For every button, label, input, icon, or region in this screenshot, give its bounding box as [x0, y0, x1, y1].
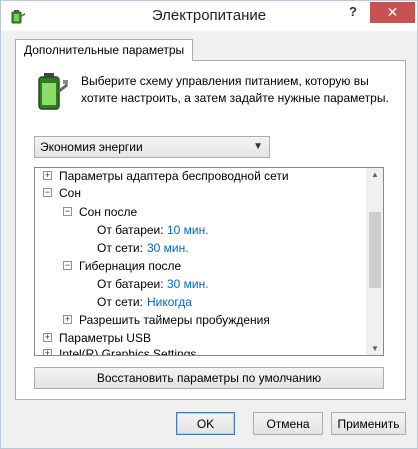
- setting-value-link[interactable]: 10 мин.: [167, 223, 209, 237]
- scroll-thumb[interactable]: [369, 212, 381, 288]
- scroll-up-icon[interactable]: ▲: [371, 170, 379, 179]
- apply-button[interactable]: Применить: [331, 412, 406, 435]
- power-plan-dropdown[interactable]: Экономия энергии ▼: [34, 136, 270, 158]
- settings-tree[interactable]: + Параметры адаптера беспроводной сети −…: [34, 167, 384, 356]
- power-plan-value: Экономия энергии: [40, 140, 143, 154]
- power-options-window: Электропитание ? ✕ Дополнительные параме…: [0, 0, 418, 449]
- collapse-icon[interactable]: −: [43, 188, 52, 197]
- setting-value-link[interactable]: 30 мин.: [147, 241, 189, 255]
- help-button[interactable]: ?: [344, 4, 362, 24]
- chevron-down-icon: ▼: [253, 141, 263, 152]
- tree-item-label: Параметры адаптера беспроводной сети: [59, 169, 289, 183]
- tab-advanced-settings[interactable]: Дополнительные параметры: [15, 39, 194, 61]
- tree-item-label: От сети:: [97, 241, 143, 255]
- tree-item-label: От сети:: [97, 295, 143, 309]
- title-bar: Электропитание ? ✕: [1, 1, 417, 31]
- setting-value-link[interactable]: 30 мин.: [167, 277, 209, 291]
- tree-item-label: Разрешить таймеры пробуждения: [79, 313, 270, 327]
- battery-plug-icon: [38, 73, 68, 110]
- tree-item-label: Intel(R) Graphics Settings: [59, 347, 197, 356]
- tree-item-label: От батареи:: [97, 277, 164, 291]
- expand-icon[interactable]: +: [43, 349, 52, 355]
- collapse-icon[interactable]: −: [63, 261, 72, 270]
- tree-item-label: Сон после: [79, 205, 138, 219]
- tree-item-label: Гибернация после: [79, 259, 182, 273]
- tree-item-label: Сон: [59, 186, 81, 200]
- collapse-icon[interactable]: −: [63, 207, 72, 216]
- expand-icon[interactable]: +: [43, 333, 52, 342]
- expand-icon[interactable]: +: [43, 171, 52, 180]
- close-button[interactable]: ✕: [370, 2, 415, 23]
- tree-item-label: Параметры USB: [59, 331, 151, 345]
- scroll-down-icon[interactable]: ▼: [371, 344, 379, 353]
- tree-item-label: От батареи:: [97, 223, 164, 237]
- expand-icon[interactable]: +: [63, 315, 72, 324]
- setting-value-link[interactable]: Никогда: [147, 295, 192, 309]
- restore-defaults-button[interactable]: Восстановить параметры по умолчанию: [34, 367, 384, 389]
- ok-button[interactable]: OK: [176, 412, 235, 435]
- cancel-button[interactable]: Отмена: [253, 412, 323, 435]
- description-text: Выберите схему управления питанием, кото…: [81, 74, 389, 105]
- tree-scrollbar[interactable]: ▲ ▼: [366, 168, 383, 355]
